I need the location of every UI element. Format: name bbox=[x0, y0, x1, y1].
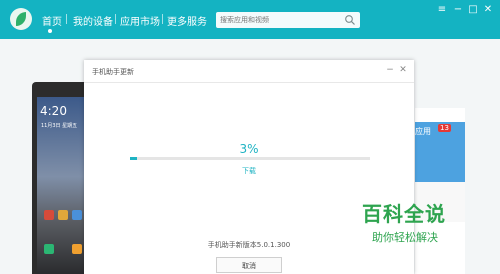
app-icon bbox=[44, 210, 54, 220]
phone-date: 11月3日 星期五 bbox=[41, 123, 78, 129]
nav-home[interactable]: 首页 bbox=[42, 13, 62, 28]
search-box[interactable] bbox=[216, 12, 360, 28]
contacts-app-icon bbox=[72, 244, 82, 254]
nav-active-indicator bbox=[48, 29, 52, 33]
progress-bar bbox=[130, 157, 370, 160]
search-icon[interactable] bbox=[344, 14, 356, 26]
right-card-label: 应用 bbox=[415, 127, 431, 136]
phone-clock: 4:20 bbox=[40, 104, 67, 118]
app-icon bbox=[58, 210, 68, 220]
close-icon[interactable]: ✕ bbox=[482, 4, 494, 16]
top-bar: 首页 我的设备 应用市场 更多服务 ≡ − □ ✕ bbox=[0, 0, 500, 39]
app-icon bbox=[72, 210, 82, 220]
nav-divider bbox=[66, 14, 67, 24]
menu-icon[interactable]: ≡ bbox=[436, 4, 448, 16]
watermark-subtitle: 助你轻松解决 bbox=[372, 231, 438, 244]
nav-app-market[interactable]: 应用市场 bbox=[120, 13, 160, 28]
dialog-title: 手机助手更新 bbox=[92, 68, 134, 76]
leaf-icon bbox=[16, 12, 26, 26]
dialog-minimize-icon[interactable]: − bbox=[385, 65, 395, 75]
watermark: 百科全说 助你轻松解决 bbox=[362, 198, 472, 248]
dialog-divider bbox=[84, 82, 414, 83]
progress-percent: 3% bbox=[239, 142, 259, 156]
minimize-icon[interactable]: − bbox=[452, 4, 464, 16]
watermark-title: 百科全说 bbox=[362, 202, 446, 226]
progress-fill bbox=[130, 157, 138, 160]
app-logo[interactable] bbox=[10, 8, 32, 30]
download-status: 下载 bbox=[242, 167, 256, 175]
dialog-close-icon[interactable]: ✕ bbox=[398, 65, 408, 75]
phone-app-icon bbox=[44, 244, 54, 254]
search-input[interactable] bbox=[220, 13, 338, 27]
nav-more-services[interactable]: 更多服务 bbox=[167, 13, 207, 28]
maximize-icon[interactable]: □ bbox=[467, 4, 479, 16]
nav-divider bbox=[115, 14, 116, 24]
cancel-button[interactable]: 取消 bbox=[216, 257, 282, 273]
notification-badge: 13 bbox=[438, 124, 451, 132]
nav-divider bbox=[162, 14, 163, 24]
nav-my-devices[interactable]: 我的设备 bbox=[73, 13, 113, 28]
